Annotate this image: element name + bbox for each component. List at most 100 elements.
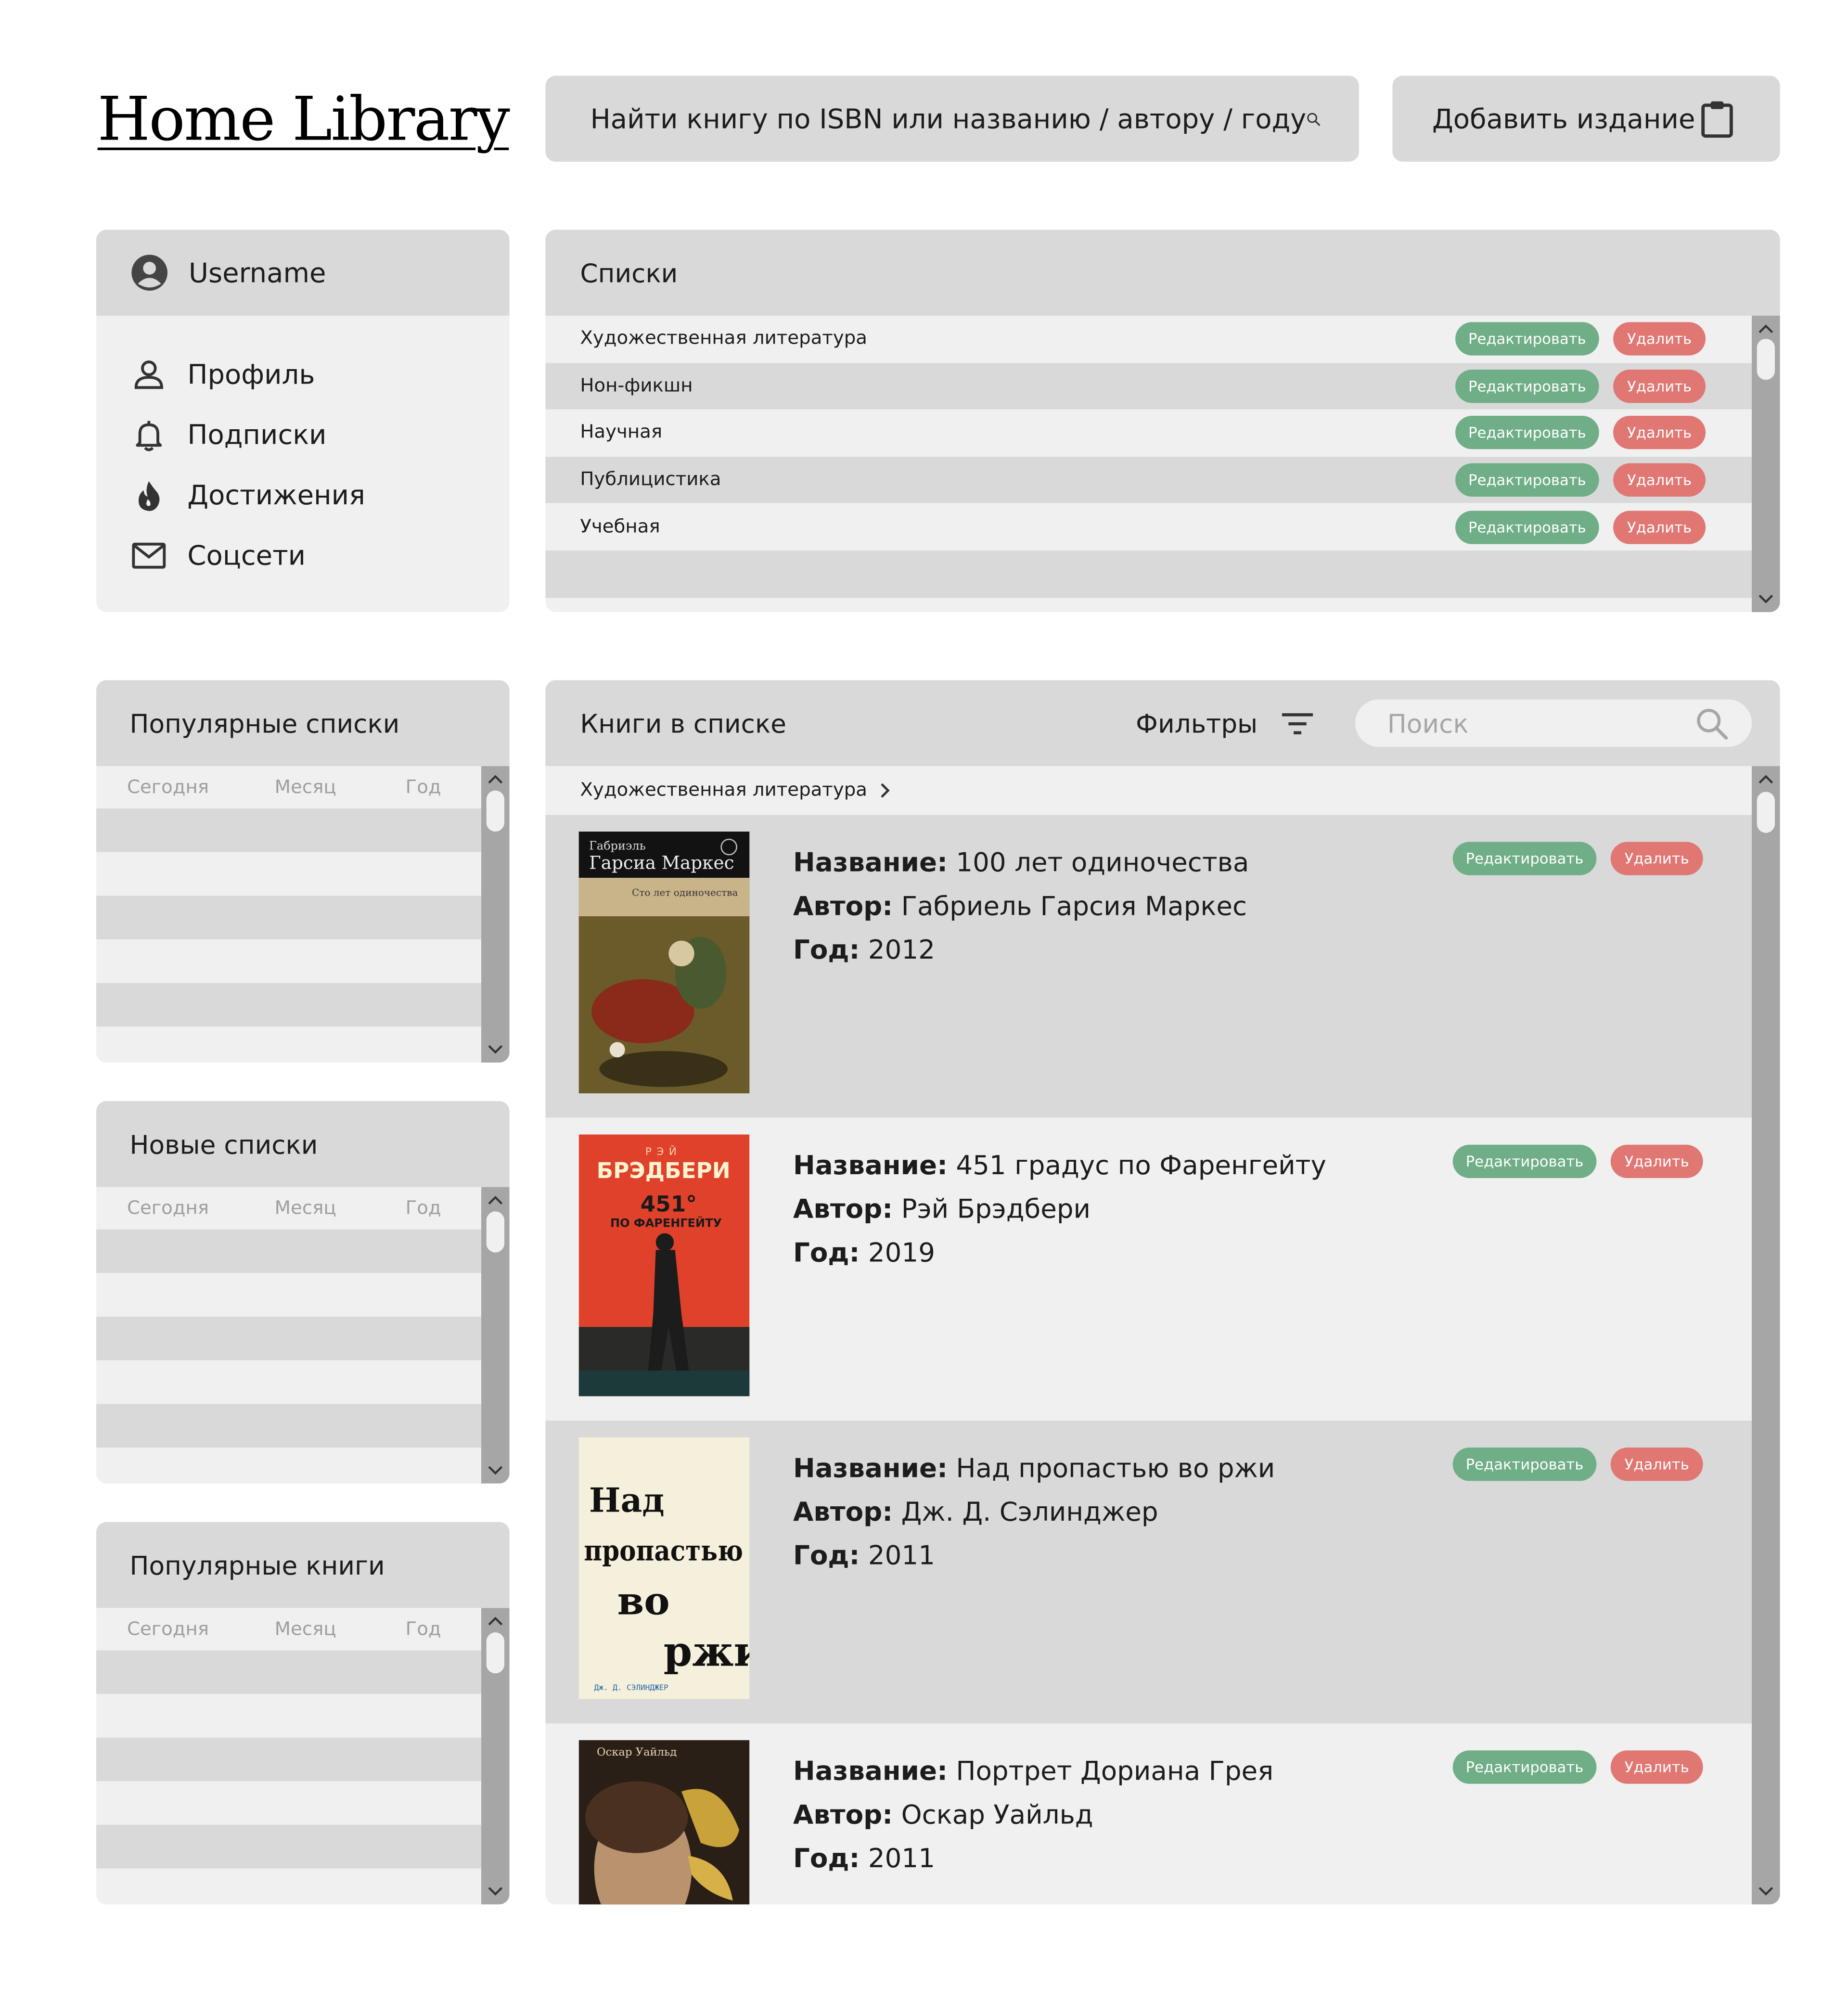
delete-button[interactable]: Удалить: [1610, 1750, 1703, 1784]
list-row[interactable]: Нон-фикшн Редактировать Удалить: [545, 362, 1752, 410]
chevron-up-icon[interactable]: [487, 1613, 504, 1628]
tab-today[interactable]: Сегодня: [127, 1619, 209, 1640]
list-item[interactable]: [96, 852, 482, 896]
book-author[interactable]: Рэй Брэдбери: [901, 1193, 1091, 1224]
menu-item-socials[interactable]: Соцсети: [96, 525, 510, 585]
list-item[interactable]: [96, 1404, 482, 1448]
global-search-bar[interactable]: Найти книгу по ISBN или названию / автор…: [545, 76, 1360, 162]
books-scrollbar[interactable]: [1752, 766, 1780, 1905]
list-row[interactable]: Художественная литература Редактировать …: [545, 316, 1752, 363]
list-item[interactable]: [96, 983, 482, 1027]
tab-month[interactable]: Месяц: [275, 1619, 336, 1640]
book-row[interactable]: Оскар Уайльд Название: Портрет Дориана Г…: [545, 1723, 1752, 1905]
tab-year[interactable]: Год: [406, 1619, 441, 1640]
edit-button[interactable]: Редактировать: [1455, 510, 1599, 544]
book-author[interactable]: Дж. Д. Сэлинджер: [901, 1496, 1158, 1527]
delete-button[interactable]: Удалить: [1610, 1448, 1703, 1481]
scroll-thumb[interactable]: [486, 1211, 505, 1253]
edit-button[interactable]: Редактировать: [1452, 1144, 1597, 1179]
list-item[interactable]: [96, 1229, 482, 1273]
book-row[interactable]: Габриэль Гарсиа Маркес Сто лет одиночест…: [545, 815, 1752, 1118]
chevron-down-icon[interactable]: [487, 1884, 504, 1899]
delete-button[interactable]: Удалить: [1610, 1144, 1703, 1179]
tab-year[interactable]: Год: [406, 777, 441, 798]
list-name[interactable]: Научная: [580, 423, 1455, 444]
book-row[interactable]: РЭЙ БРЭДБЕРИ 451° ПО ФАРЕНГЕЙТУ Название…: [545, 1117, 1752, 1421]
side-scrollbar[interactable]: [481, 766, 510, 1063]
list-item[interactable]: [96, 939, 482, 983]
chevron-up-icon[interactable]: [1757, 321, 1775, 336]
book-cover[interactable]: РЭЙ БРЭДБЕРИ 451° ПО ФАРЕНГЕЙТУ: [578, 1134, 750, 1397]
list-name[interactable]: Учебная: [580, 517, 1455, 538]
list-item[interactable]: [96, 1694, 482, 1738]
add-edition-button[interactable]: Добавить издание: [1392, 76, 1780, 162]
chevron-up-icon[interactable]: [1757, 771, 1775, 787]
book-title[interactable]: 100 лет одиночества: [956, 847, 1249, 878]
delete-button[interactable]: Удалить: [1610, 842, 1703, 875]
chevron-down-icon[interactable]: [1757, 1884, 1775, 1899]
tab-today[interactable]: Сегодня: [127, 777, 209, 798]
edit-button[interactable]: Редактировать: [1452, 1750, 1597, 1784]
book-cover[interactable]: Габриэль Гарсиа Маркес Сто лет одиночест…: [578, 832, 750, 1094]
menu-item-profile[interactable]: Профиль: [96, 344, 510, 404]
book-title[interactable]: Над пропастью во ржи: [956, 1453, 1275, 1484]
chevron-up-icon[interactable]: [487, 771, 504, 787]
list-item[interactable]: [96, 896, 482, 940]
tab-today[interactable]: Сегодня: [127, 1198, 209, 1218]
chevron-up-icon[interactable]: [487, 1192, 504, 1207]
edit-button[interactable]: Редактировать: [1455, 416, 1599, 450]
app-logo[interactable]: Home Library: [98, 85, 510, 155]
list-name[interactable]: Публицистика: [580, 470, 1455, 490]
breadcrumb-item[interactable]: Художественная литература: [580, 780, 867, 801]
list-item[interactable]: [96, 1650, 482, 1694]
book-row[interactable]: Над пропастью во ржи Дж. Д. СЭЛИНДЖЕР На…: [545, 1421, 1752, 1724]
book-author[interactable]: Габриель Гарсия Маркес: [901, 891, 1247, 922]
books-search-input[interactable]: Поиск: [1355, 699, 1752, 747]
breadcrumb[interactable]: Художественная литература: [545, 766, 1752, 815]
list-item[interactable]: [96, 1448, 482, 1484]
scroll-thumb[interactable]: [1757, 339, 1775, 380]
list-item[interactable]: [96, 1317, 482, 1360]
edit-button[interactable]: Редактировать: [1452, 1448, 1597, 1481]
scroll-thumb[interactable]: [486, 790, 505, 832]
chevron-down-icon[interactable]: [487, 1042, 504, 1057]
book-cover[interactable]: Оскар Уайльд: [578, 1740, 750, 1905]
menu-item-achievements[interactable]: Достижения: [96, 464, 510, 525]
delete-button[interactable]: Удалить: [1613, 463, 1706, 497]
list-item[interactable]: [96, 1781, 482, 1825]
tab-month[interactable]: Месяц: [275, 777, 336, 798]
edit-button[interactable]: Редактировать: [1452, 842, 1597, 875]
search-icon[interactable]: [1695, 706, 1729, 740]
list-row[interactable]: Публицистика Редактировать Удалить: [545, 456, 1752, 504]
side-scrollbar[interactable]: [481, 1187, 510, 1484]
menu-item-subscriptions[interactable]: Подписки: [96, 404, 510, 464]
list-name[interactable]: Художественная литература: [580, 329, 1455, 349]
scroll-thumb[interactable]: [486, 1632, 505, 1674]
chevron-down-icon[interactable]: [487, 1463, 504, 1478]
list-item[interactable]: [96, 808, 482, 852]
lists-scrollbar[interactable]: [1752, 316, 1780, 613]
book-title[interactable]: Портрет Дориана Грея: [956, 1756, 1273, 1786]
delete-button[interactable]: Удалить: [1613, 369, 1706, 403]
side-scrollbar[interactable]: [481, 1608, 510, 1905]
list-item[interactable]: [96, 1360, 482, 1404]
book-cover[interactable]: Над пропастью во ржи Дж. Д. СЭЛИНДЖЕР: [578, 1437, 750, 1699]
search-icon[interactable]: [1306, 100, 1321, 138]
delete-button[interactable]: Удалить: [1613, 322, 1706, 356]
scroll-thumb[interactable]: [1757, 792, 1775, 833]
list-row[interactable]: Учебная Редактировать Удалить: [545, 503, 1752, 551]
delete-button[interactable]: Удалить: [1613, 510, 1706, 544]
list-item[interactable]: [96, 1737, 482, 1782]
book-title[interactable]: 451 градус по Фаренгейту: [956, 1150, 1326, 1180]
tab-month[interactable]: Месяц: [275, 1198, 336, 1218]
list-item[interactable]: [96, 1026, 482, 1063]
list-item[interactable]: [96, 1273, 482, 1317]
list-item[interactable]: [96, 1868, 482, 1905]
edit-button[interactable]: Редактировать: [1455, 463, 1599, 497]
user-header[interactable]: Username: [96, 230, 510, 316]
tab-year[interactable]: Год: [406, 1198, 441, 1218]
list-name[interactable]: Нон-фикшн: [580, 376, 1455, 397]
list-row[interactable]: Научная Редактировать Удалить: [545, 410, 1752, 457]
edit-button[interactable]: Редактировать: [1455, 322, 1599, 356]
delete-button[interactable]: Удалить: [1613, 416, 1706, 450]
